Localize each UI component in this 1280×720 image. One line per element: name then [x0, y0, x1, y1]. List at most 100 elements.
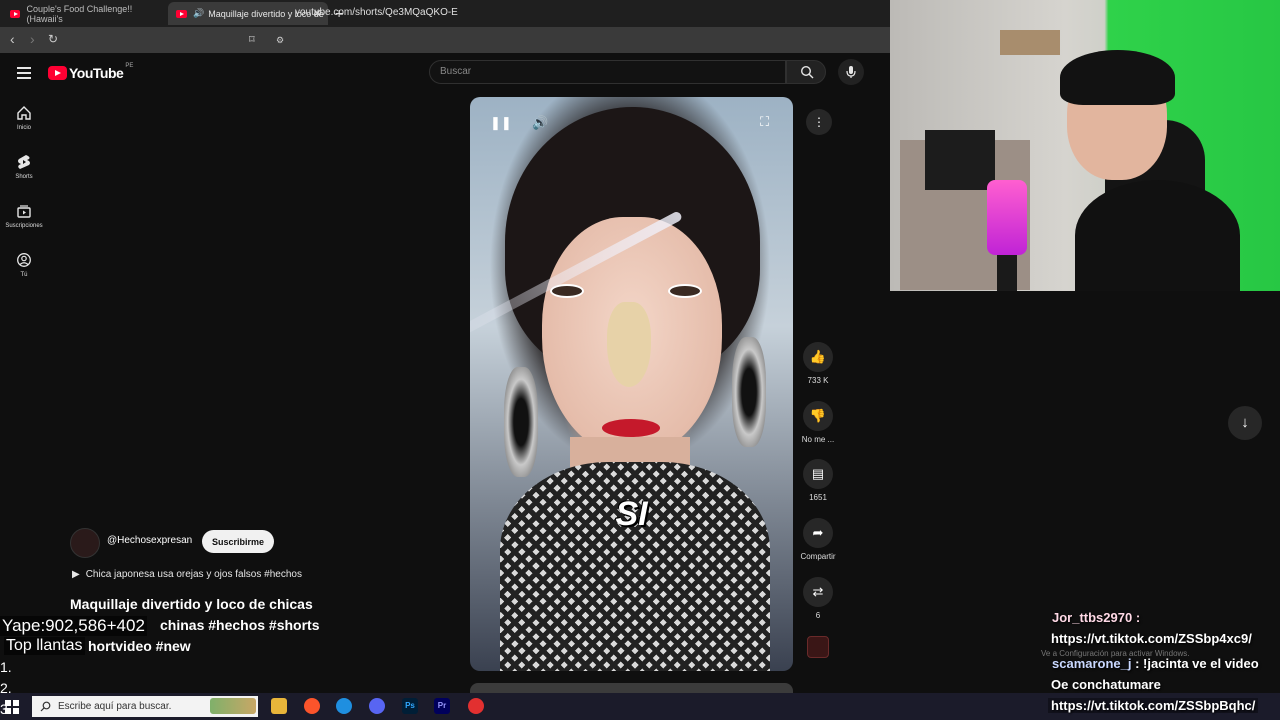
chat-message: https://vt.tiktok.com/ZSSbpBqhc/	[1048, 698, 1259, 713]
speaker-icon: 🔊	[193, 8, 205, 18]
discord-icon[interactable]	[369, 698, 385, 714]
photoshop-icon[interactable]: Ps	[402, 698, 418, 714]
share-label: Compartir	[800, 552, 836, 561]
forward-icon[interactable]: ›	[30, 31, 35, 47]
title-line: hortvideo #new	[88, 638, 191, 654]
comment-count: 1651	[809, 493, 827, 502]
obs-record-icon[interactable]	[468, 698, 484, 714]
video-frame-lips	[602, 419, 660, 437]
you-icon	[17, 253, 31, 267]
microphone-icon	[846, 66, 856, 78]
address-bar: ‹ › ↻ ⌑ ⚙	[0, 27, 890, 53]
share-button[interactable]: ➦ Compartir	[795, 518, 841, 561]
site-info-icon[interactable]: ⚙	[276, 35, 284, 46]
video-frame-earring	[732, 337, 766, 447]
channel-avatar[interactable]	[70, 528, 100, 558]
chat-username: scamarone_j	[1052, 656, 1132, 671]
webcam-mic-stand	[997, 255, 1017, 291]
comment-icon: ▤	[803, 459, 833, 489]
sidebar-item-you[interactable]: Tú	[0, 252, 48, 278]
subscribe-button[interactable]: Suscribirme	[202, 530, 274, 553]
remix-icon: ⇄	[803, 577, 833, 607]
home-icon	[17, 106, 31, 120]
like-button[interactable]: 👍 733 K	[801, 342, 835, 385]
volume-icon[interactable]: 🔊	[532, 115, 548, 131]
next-video-arrow-icon[interactable]: ↓	[1228, 406, 1262, 440]
play-icon: ▶	[72, 569, 80, 580]
channel-name[interactable]: @Hechosexpresan	[107, 535, 192, 546]
pause-icon[interactable]: ❚❚	[490, 115, 512, 131]
search-icon	[40, 701, 51, 712]
webcam-person-body	[1075, 180, 1240, 291]
menu-icon[interactable]	[17, 67, 31, 82]
chat-message: : !jacinta ve el video	[1131, 656, 1259, 671]
rank-number: 1.	[0, 659, 12, 675]
chat-message: https://vt.tiktok.com/ZSSbp4xc9/	[1051, 631, 1252, 646]
youtube-logo[interactable]: YouTube PE	[48, 63, 134, 81]
tab-couples-food[interactable]: Couple's Food Challenge!! (Hawaii's	[2, 2, 164, 25]
thumbs-up-icon: 👍	[803, 342, 833, 372]
webcam-person-hair	[1060, 50, 1175, 105]
related-video-title: Chica japonesa usa orejas y ojos falsos …	[85, 569, 302, 580]
yape-overlay: Yape:902,586+402	[0, 616, 147, 636]
edge-browser-icon[interactable]	[336, 698, 352, 714]
remix-count: 6	[815, 611, 821, 620]
webcam-microphone	[987, 180, 1027, 255]
related-video-link[interactable]: ▶ Chica japonesa usa orejas y ojos falsos…	[72, 569, 302, 580]
video-frame-collar	[500, 462, 770, 671]
back-icon[interactable]: ‹	[10, 31, 15, 47]
thumbs-down-icon: 👎	[803, 401, 833, 431]
dislike-label: No me ...	[801, 435, 835, 444]
region-code: PE	[125, 63, 134, 69]
weather-widget-icon[interactable]	[210, 698, 256, 714]
video-frame-nose	[607, 302, 651, 387]
share-icon: ➦	[803, 518, 833, 548]
tab-label: Couple's Food Challenge!! (Hawaii's	[26, 3, 133, 24]
windows-start-icon[interactable]	[5, 700, 19, 714]
like-count: 733 K	[807, 376, 829, 385]
search-input[interactable]	[429, 60, 786, 84]
voice-search-button[interactable]	[838, 59, 864, 85]
video-frame-earring	[504, 367, 538, 477]
bookmark-icon[interactable]: ⌑	[249, 33, 255, 46]
video-frame-eye	[668, 284, 702, 298]
url-field[interactable]: youtube.com/shorts/Qe3MQaQKO-E	[295, 7, 458, 18]
webcam-feed	[890, 0, 1280, 291]
search-button[interactable]	[786, 60, 826, 84]
reload-icon[interactable]: ↻	[48, 32, 58, 46]
sidebar-item-shorts[interactable]: Shorts	[0, 154, 48, 180]
channel-thumbnail[interactable]	[807, 636, 829, 658]
sidebar-item-subscriptions[interactable]: Suscripciones	[0, 203, 48, 229]
title-line: Maquillaje divertido y loco de chicas	[70, 596, 313, 612]
short-video-player[interactable]: ❚❚ 🔊 ⛶	[470, 97, 793, 671]
search-icon	[800, 65, 814, 79]
sidebar-label: Suscripciones	[5, 223, 43, 229]
webcam-box	[1000, 30, 1060, 55]
more-options-icon[interactable]: ⋮	[806, 109, 832, 135]
video-caption: SI	[615, 495, 648, 533]
top-llantas-overlay: Top llantas	[4, 637, 85, 655]
youtube-logo-icon	[48, 66, 67, 80]
sidebar-label: Inicio	[16, 125, 31, 131]
dislike-button[interactable]: 👎 No me ...	[801, 401, 835, 444]
youtube-favicon-icon	[176, 9, 187, 18]
sidebar-label: Tú	[20, 272, 28, 278]
chat-username: Jor_ttbs2970 :	[1052, 610, 1141, 625]
chat-line: scamarone_j : !jacinta ve el video	[1052, 656, 1259, 671]
comments-button[interactable]: ▤ 1651	[801, 459, 835, 502]
taskbar-search-placeholder: Escribe aquí para buscar.	[58, 701, 172, 712]
sidebar-item-home[interactable]: Inicio	[0, 105, 48, 131]
remix-button[interactable]: ⇄ 6	[801, 577, 835, 620]
premiere-icon[interactable]: Pr	[434, 698, 450, 714]
search-placeholder: Buscar	[440, 66, 472, 77]
file-explorer-icon[interactable]	[271, 698, 287, 714]
fullscreen-icon[interactable]: ⛶	[760, 114, 769, 130]
chat-message: Oe conchatumare	[1051, 677, 1161, 692]
logo-text: YouTube	[69, 65, 124, 81]
shorts-icon	[18, 155, 30, 169]
youtube-favicon-icon	[10, 9, 21, 18]
brave-browser-icon[interactable]	[304, 698, 320, 714]
webcam-monitor	[925, 130, 995, 190]
sidebar-label: Shorts	[15, 174, 33, 180]
subscriptions-icon	[17, 205, 31, 218]
